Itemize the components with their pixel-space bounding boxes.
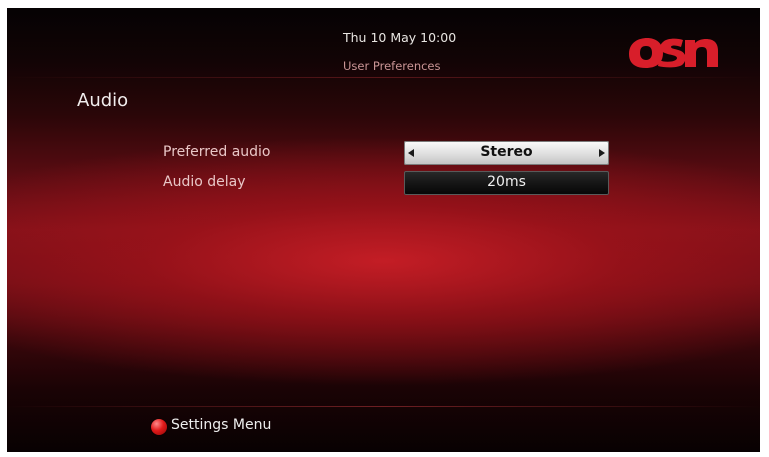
tv-screen: Thu 10 May 10:00 User Preferences Audio …: [7, 8, 760, 452]
footer-bar: [7, 407, 760, 452]
audio-delay-label: Audio delay: [163, 174, 246, 190]
preferred-audio-value: Stereo: [480, 144, 533, 160]
page-title: Audio: [77, 90, 129, 111]
audio-delay-value: 20ms: [487, 174, 526, 190]
logo-letter-n: [685, 39, 718, 67]
datetime: Thu 10 May 10:00: [343, 30, 457, 45]
audio-delay-field[interactable]: 20ms: [404, 171, 609, 195]
preferred-audio-selector[interactable]: Stereo: [404, 141, 609, 165]
page-subtitle: User Preferences: [343, 59, 441, 73]
header-divider: [7, 77, 760, 78]
settings-menu-label[interactable]: Settings Menu: [171, 417, 271, 433]
preferred-audio-label: Preferred audio: [163, 144, 271, 160]
red-button-icon[interactable]: [151, 419, 167, 435]
osn-logo: [629, 38, 718, 68]
logo-letter-o: [629, 38, 663, 68]
arrow-right-icon[interactable]: [599, 149, 605, 157]
